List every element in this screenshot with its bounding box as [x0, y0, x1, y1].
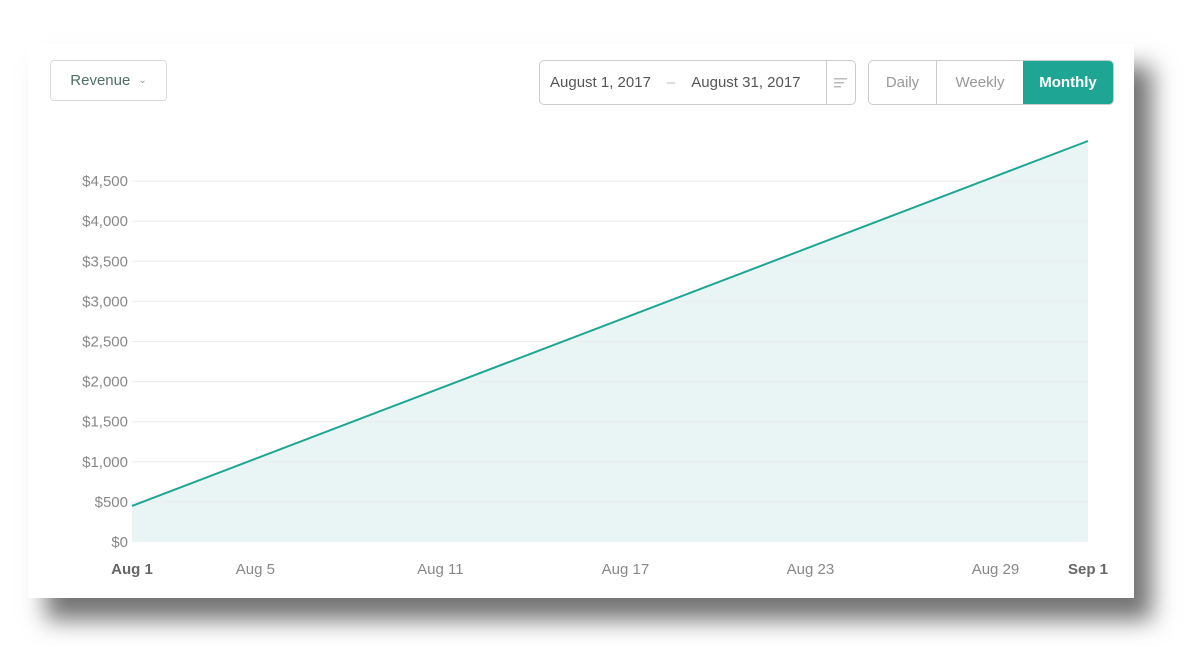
y-tick-label: $3,000: [82, 293, 128, 310]
y-tick-label: $0: [111, 534, 128, 551]
y-tick-label: $4,000: [82, 213, 128, 230]
y-tick-label: $500: [95, 494, 128, 511]
x-tick-label: Sep 1: [1068, 561, 1108, 578]
y-tick-label: $4,500: [82, 173, 128, 190]
x-tick-label: Aug 11: [417, 561, 463, 578]
y-tick-label: $3,500: [82, 253, 128, 270]
y-tick-label: $2,000: [82, 374, 128, 391]
y-tick-label: $2,500: [82, 334, 128, 351]
x-tick-label: Aug 29: [972, 561, 1020, 578]
x-tick-label: Aug 1: [111, 561, 153, 578]
x-tick-label: Aug 23: [787, 561, 835, 578]
y-tick-label: $1,500: [82, 414, 128, 431]
x-tick-label: Aug 5: [236, 561, 275, 578]
revenue-chart: $0 $500 $1,000 $1,500 $2,000 $2,500 $3,000 $3,5…: [82, 140, 1108, 578]
y-tick-label: $1,000: [82, 454, 128, 471]
x-tick-label: Aug 17: [602, 561, 650, 578]
